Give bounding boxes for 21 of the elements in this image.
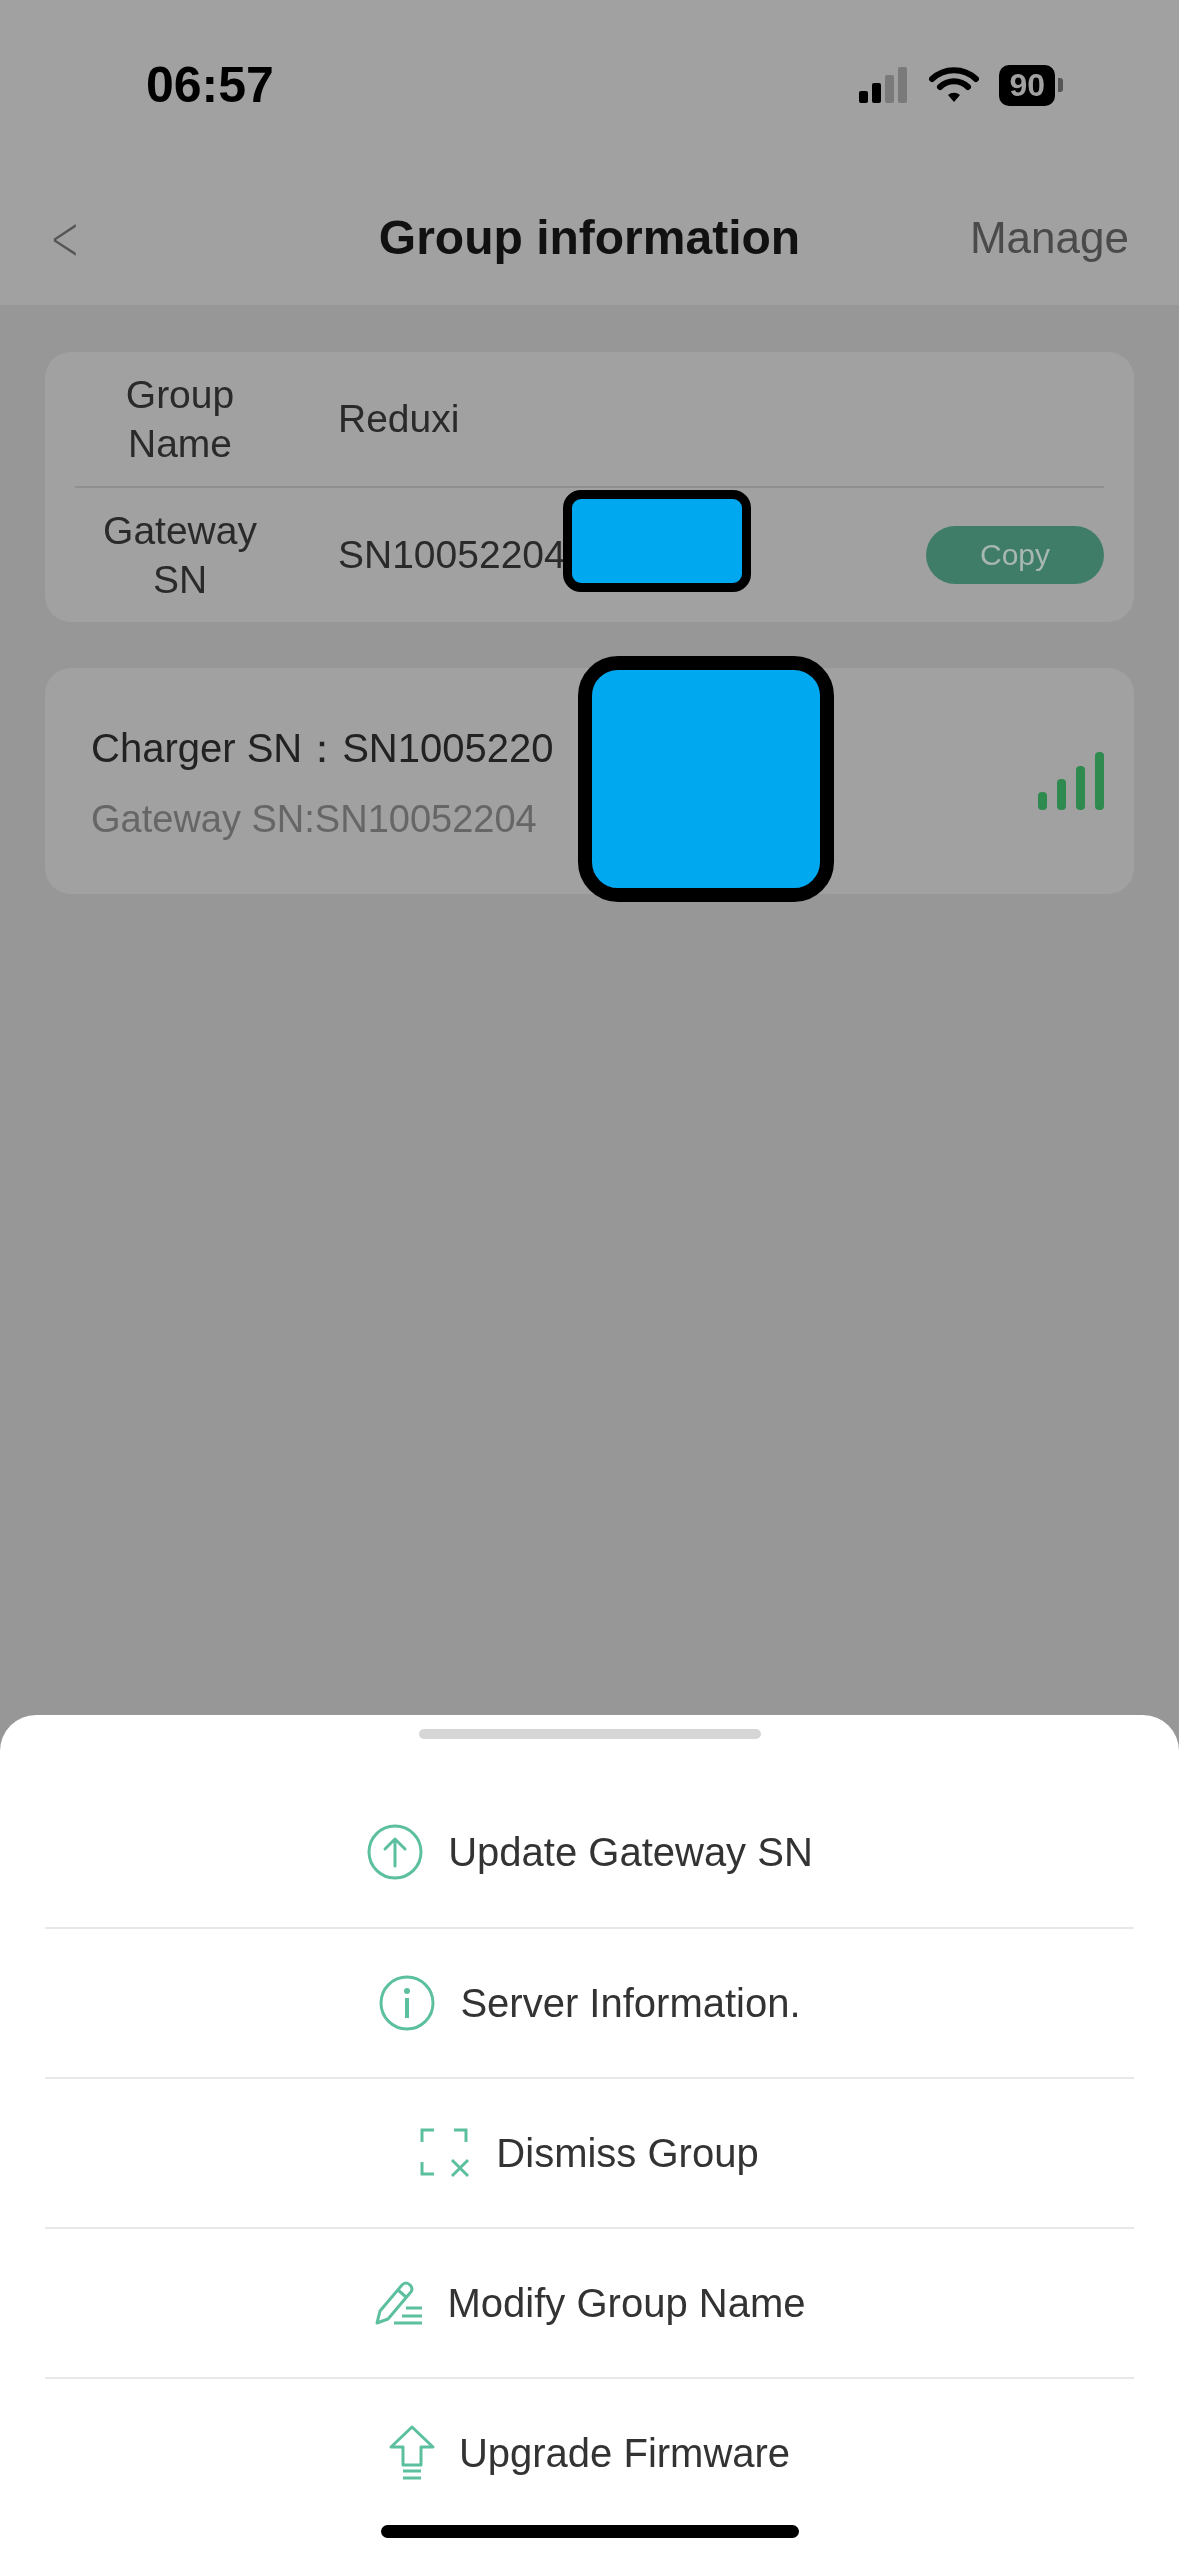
wifi-icon [929, 67, 980, 103]
field-label: Gateway SN [102, 508, 258, 603]
charger-sn: Charger SN：SN1005220 [91, 725, 554, 772]
info-icon [378, 1974, 437, 2032]
sheet-handle[interactable] [418, 1729, 761, 1739]
battery-level: 90 [999, 64, 1055, 106]
gateway-sn: Gateway SN:SN10052204 [91, 798, 538, 841]
pencil-list-icon [373, 2280, 424, 2326]
arrow-up-circle-icon [366, 1823, 425, 1881]
status-time: 06:57 [146, 56, 274, 114]
page-title: Group information [378, 210, 801, 265]
sheet-action[interactable]: Modify Group Name [45, 2227, 1134, 2377]
sheet-action[interactable]: Update Gateway SN [45, 1777, 1134, 1927]
upload-arrow-icon [388, 2425, 435, 2481]
signal-strength-icon [1038, 752, 1104, 810]
field-label: Group Name [124, 372, 236, 467]
field-value: Reduxi [338, 397, 461, 441]
field-value: SN10052204 [338, 533, 567, 577]
cellular-signal-icon [859, 67, 910, 103]
sheet-action[interactable]: Server Information. [45, 1927, 1134, 2077]
sheet-action[interactable]: Dismiss Group [45, 2077, 1134, 2227]
